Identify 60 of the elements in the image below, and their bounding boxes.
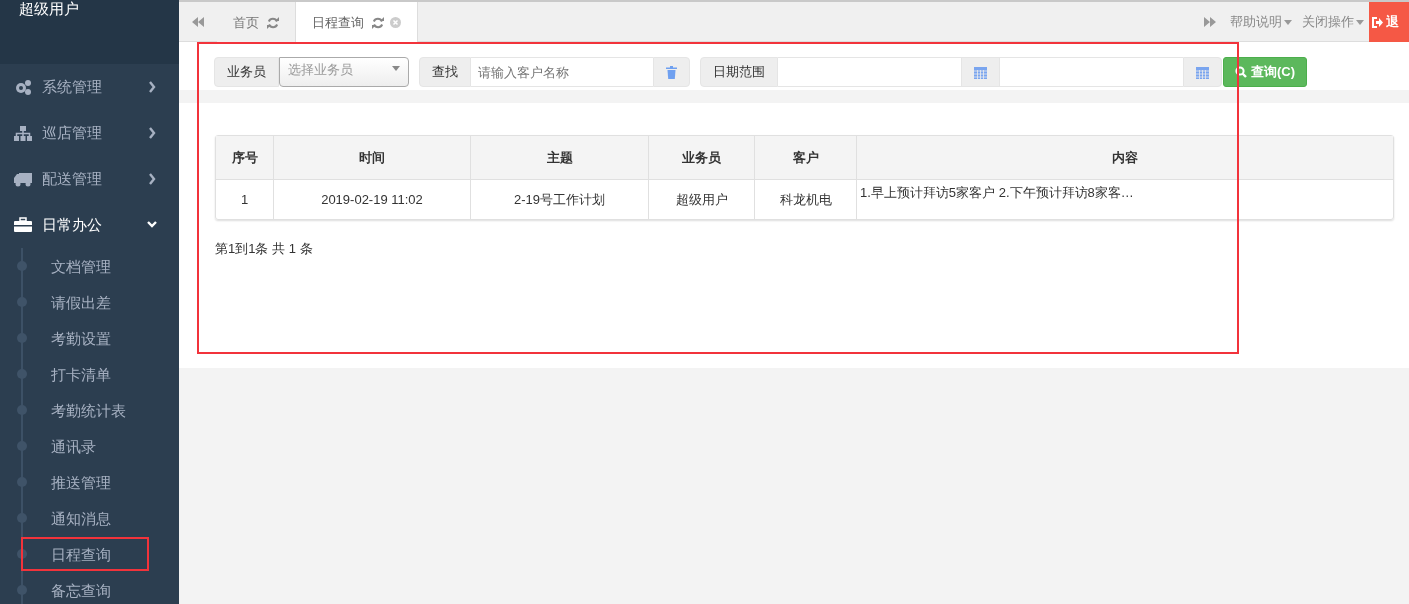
- briefcase-icon: [14, 217, 32, 233]
- table-cell: 超级用户: [649, 180, 755, 219]
- column-header: 客户: [755, 136, 857, 180]
- end-date-field[interactable]: [1000, 57, 1183, 87]
- field-label: 查找: [419, 57, 471, 87]
- submenu-item[interactable]: 日程查询: [51, 545, 111, 563]
- double-right-icon: [1203, 15, 1217, 28]
- refresh-icon: [267, 16, 279, 29]
- submenu-item[interactable]: 备忘查询: [51, 581, 111, 599]
- truck-icon: [14, 171, 32, 187]
- calendar-icon: [974, 65, 987, 79]
- search-icon: [1235, 66, 1247, 78]
- start-date-field[interactable]: [778, 57, 961, 87]
- table-cell: 科龙机电: [755, 180, 857, 219]
- table-cell-text: 1.早上预计拜访5家客户 2.下午预计拜访8家客…: [859, 184, 1135, 202]
- submenu-item[interactable]: 推送管理: [51, 473, 111, 491]
- submenu-item[interactable]: 考勤统计表: [51, 401, 126, 419]
- sidebar-item[interactable]: 日常办公: [0, 202, 179, 248]
- trash-icon: [666, 65, 677, 79]
- caret-icon: [1284, 19, 1292, 25]
- dropdown-menu[interactable]: 关闭操作: [1297, 2, 1369, 42]
- column-header: 时间: [274, 136, 471, 180]
- calendar-icon: [1196, 65, 1209, 79]
- submenu-item[interactable]: 文档管理: [51, 257, 111, 275]
- page-tab[interactable]: 日程查询: [296, 2, 418, 43]
- table-cell: 1: [216, 180, 274, 219]
- logout-button[interactable]: 退: [1369, 2, 1409, 42]
- sidebar-item[interactable]: 巡店管理: [0, 110, 179, 156]
- sitemap-icon: [14, 125, 32, 141]
- user-name: 超级用户: [19, 0, 79, 18]
- double-left-icon: [191, 15, 205, 28]
- calendar-button[interactable]: [961, 57, 1000, 87]
- gears-icon: [14, 79, 32, 95]
- sidebar-item[interactable]: 系统管理: [0, 64, 179, 110]
- dropdown-menu[interactable]: 帮助说明: [1225, 2, 1297, 42]
- salesman-select[interactable]: 选择业务员: [279, 57, 409, 87]
- field-label: 日期范围: [700, 57, 778, 87]
- field-label: 业务员: [214, 57, 279, 87]
- submenu-item[interactable]: 考勤设置: [51, 329, 111, 347]
- submenu-item[interactable]: 通讯录: [51, 437, 96, 455]
- column-header: 主题: [471, 136, 649, 180]
- column-header: 内容: [857, 136, 1393, 180]
- submenu-item[interactable]: 打卡清单: [51, 365, 111, 383]
- table-cell: 2-19号工作计划: [471, 180, 649, 219]
- column-header: 业务员: [649, 136, 755, 180]
- pagination-info: 第1到1条 共 1 条: [215, 240, 313, 258]
- sign-out-icon: [1372, 16, 1383, 28]
- sidebar-item[interactable]: 配送管理: [0, 156, 179, 202]
- submenu-item[interactable]: 通知消息: [51, 509, 111, 527]
- clear-button[interactable]: [653, 57, 690, 87]
- caret-icon: [1356, 19, 1364, 25]
- customer-search-field[interactable]: 请输入客户名称: [471, 57, 653, 87]
- column-header: 序号: [216, 136, 274, 180]
- calendar-button[interactable]: [1183, 57, 1222, 87]
- submenu-item[interactable]: 请假出差: [51, 293, 111, 311]
- refresh-icon: [372, 16, 384, 29]
- page-tab[interactable]: 首页: [217, 2, 296, 43]
- close-icon[interactable]: [390, 17, 401, 28]
- table-cell: 2019-02-19 11:02: [274, 180, 471, 219]
- timeline-dot: [17, 549, 27, 559]
